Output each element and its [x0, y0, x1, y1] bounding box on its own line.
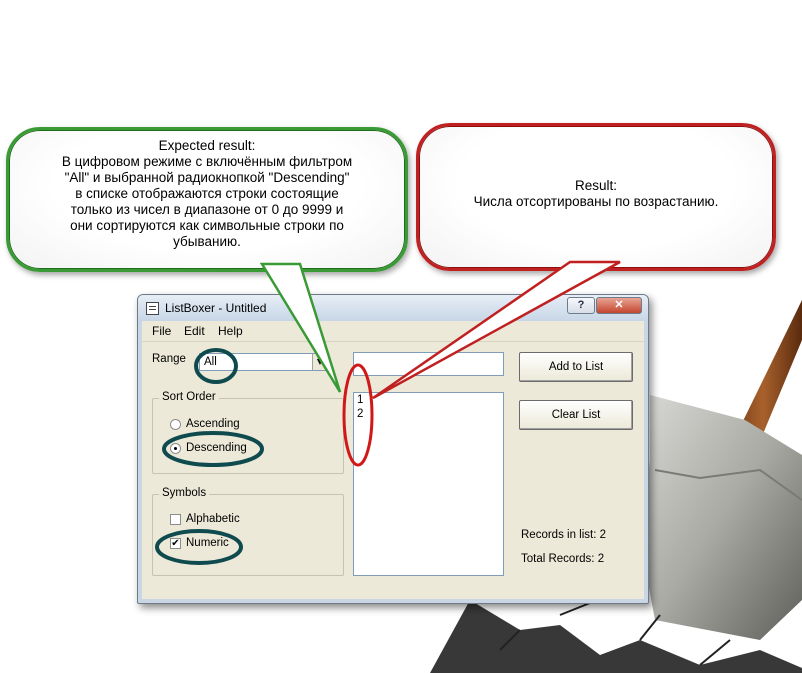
symbols-title: Symbols — [159, 487, 210, 499]
actual-result-text: Числа отсортированы по возрастанию. — [473, 194, 719, 209]
window-title: ListBoxer - Untitled — [165, 301, 267, 315]
symbols-group: Symbols — [152, 487, 344, 576]
expected-result-line: они сортируются как символьные строки по — [70, 218, 344, 233]
ascending-label[interactable]: Ascending — [186, 418, 240, 430]
sort-order-group: Sort Order — [152, 391, 344, 474]
menu-edit[interactable]: Edit — [184, 324, 205, 338]
expected-result-line: убыванию. — [173, 234, 241, 249]
list-item[interactable]: 2 — [357, 408, 363, 420]
expected-result-line: только из чисел в диапазоне от 0 до 9999… — [70, 202, 344, 217]
chevron-down-icon[interactable]: ▼ — [312, 354, 327, 370]
records-in-list-count: Records in list: 2 — [521, 529, 607, 541]
range-dropdown-value: All — [204, 356, 217, 368]
list-item[interactable]: 1 — [357, 394, 363, 406]
range-label: Range — [152, 353, 186, 365]
descending-radio[interactable] — [170, 443, 181, 454]
records-listbox[interactable]: 1 2 — [353, 392, 504, 576]
menu-bar: File Edit Help — [142, 321, 644, 342]
range-dropdown[interactable]: All ▼ — [199, 353, 328, 371]
alphabetic-label[interactable]: Alphabetic — [186, 513, 240, 525]
descending-label[interactable]: Descending — [186, 442, 247, 454]
numeric-checkbox[interactable]: ✔ — [170, 538, 181, 549]
entry-input[interactable] — [353, 352, 504, 376]
menu-help[interactable]: Help — [218, 324, 243, 338]
actual-result-callout: Result: Числа отсортированы по возрастан… — [416, 123, 776, 271]
total-records-count: Total Records: 2 — [521, 553, 605, 565]
close-button[interactable]: ✕ — [596, 297, 642, 314]
expected-result-line: в списке отображаются строки состоящие — [75, 186, 339, 201]
numeric-label[interactable]: Numeric — [186, 537, 229, 549]
menu-file[interactable]: File — [152, 324, 171, 338]
add-to-list-button[interactable]: Add to List — [519, 352, 633, 382]
expected-result-line: В цифровом режиме с включённым фильтром — [61, 154, 353, 169]
alphabetic-checkbox[interactable] — [170, 514, 181, 525]
clear-list-button[interactable]: Clear List — [519, 400, 633, 430]
expected-result-title: Expected result: — [158, 138, 256, 153]
sort-order-title: Sort Order — [159, 391, 219, 403]
ascending-radio[interactable] — [170, 419, 181, 430]
hammer-head — [640, 395, 802, 640]
app-icon[interactable] — [146, 302, 159, 315]
expected-result-callout: Expected result: В цифровом режиме с вкл… — [6, 127, 408, 272]
help-button[interactable]: ? — [567, 297, 595, 314]
actual-result-title: Result: — [574, 178, 618, 193]
title-bar[interactable]: ListBoxer - Untitled ? ✕ — [138, 295, 648, 321]
expected-result-line: "All" и выбранной радиокнопкой "Descendi… — [64, 170, 350, 185]
